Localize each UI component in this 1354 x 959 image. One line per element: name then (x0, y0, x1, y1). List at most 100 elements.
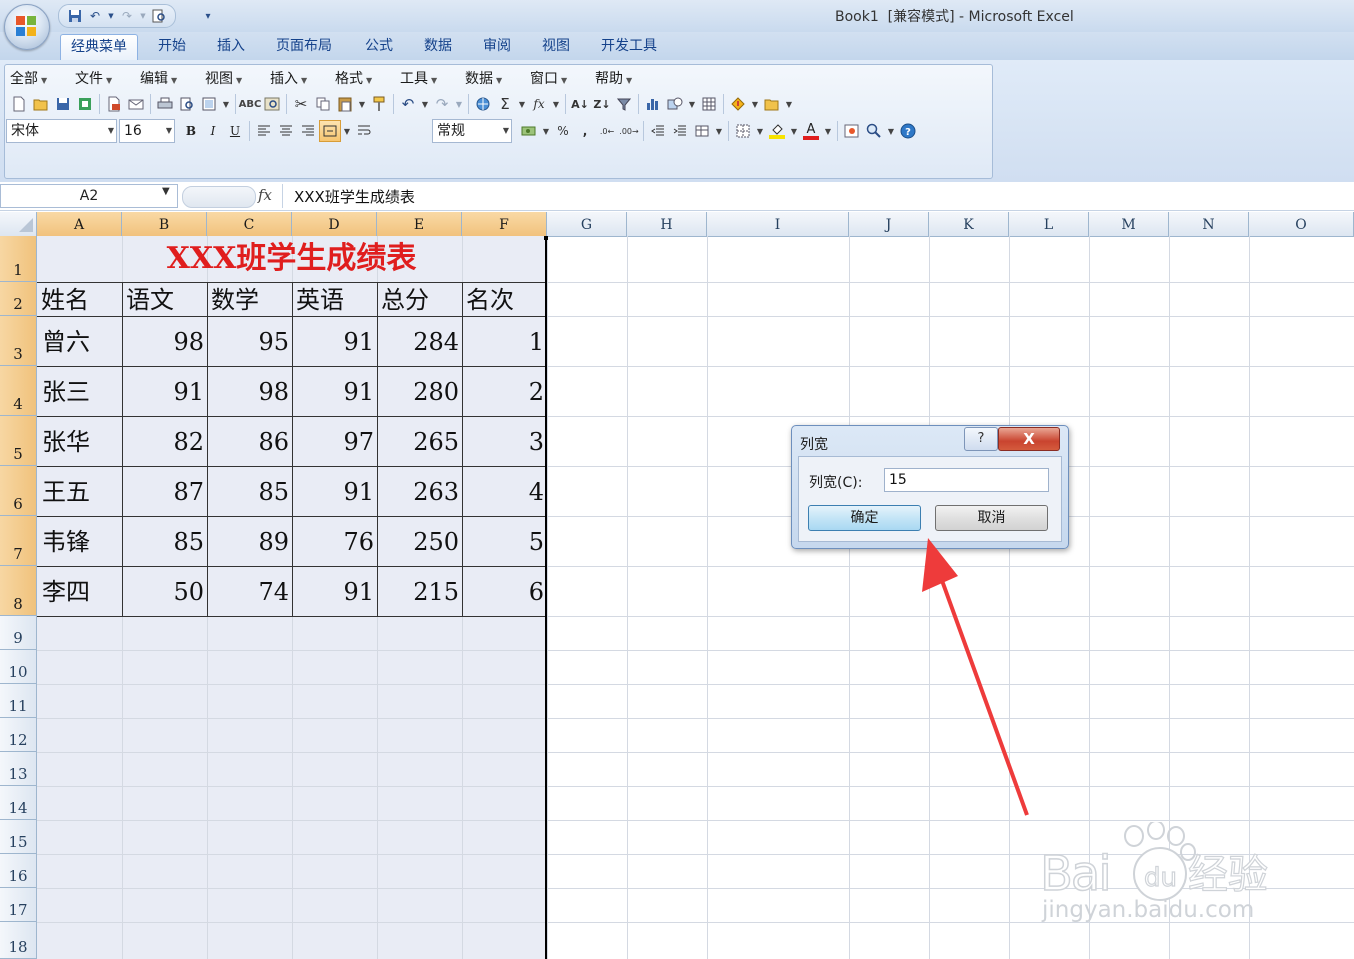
sheet-title-cell[interactable]: XXX班学生成绩表 (37, 236, 546, 282)
column-header-f[interactable]: F (462, 212, 547, 236)
score-cell[interactable]: 280 (377, 366, 462, 416)
row-number: 15 (8, 833, 28, 851)
column-header-d[interactable]: D (292, 212, 377, 236)
row-header-15[interactable]: 15 (0, 820, 37, 854)
header-cell[interactable]: 名次 (466, 282, 547, 316)
office-button[interactable] (4, 4, 50, 50)
name-cell[interactable]: 韦锋 (42, 516, 122, 566)
ok-button[interactable]: 确定 (808, 505, 921, 531)
score-cell[interactable]: 50 (122, 566, 207, 616)
name-cell[interactable]: 李四 (42, 566, 122, 616)
row-number: 18 (8, 938, 28, 956)
dialog-title: 列宽 (800, 437, 828, 453)
score-cell[interactable]: 76 (292, 516, 377, 566)
row-header-8[interactable]: 8 (0, 566, 37, 616)
row-number: 1 (13, 261, 23, 279)
score-cell[interactable]: 1 (462, 316, 547, 366)
row-header-18[interactable]: 18 (0, 922, 37, 959)
svg-text:经验: 经验 (1188, 852, 1268, 898)
score-cell[interactable]: 91 (292, 316, 377, 366)
column-header-a[interactable]: A (37, 212, 122, 236)
row-header-14[interactable]: 14 (0, 786, 37, 820)
dialog-help-button[interactable]: ? (964, 427, 998, 451)
score-cell[interactable]: 265 (377, 416, 462, 466)
column-width-label: 列宽(C): (809, 475, 863, 491)
score-cell[interactable]: 98 (122, 316, 207, 366)
row-header-2[interactable]: 2 (0, 282, 37, 316)
score-cell[interactable]: 4 (462, 466, 547, 516)
column-header-k[interactable]: K (929, 212, 1009, 236)
row-header-5[interactable]: 5 (0, 416, 37, 466)
column-header-g[interactable]: G (547, 212, 627, 236)
column-header-e[interactable]: E (377, 212, 462, 236)
row-header-4[interactable]: 4 (0, 366, 37, 416)
header-cell[interactable]: 姓名 (41, 282, 122, 316)
row-header-10[interactable]: 10 (0, 650, 37, 684)
dialog-close-button[interactable]: X (998, 427, 1060, 451)
column-header-j[interactable]: J (849, 212, 929, 236)
row-number: 9 (13, 629, 23, 647)
score-cell[interactable]: 250 (377, 516, 462, 566)
score-cell[interactable]: 2 (462, 366, 547, 416)
column-header-l[interactable]: L (1009, 212, 1089, 236)
row-number: 11 (8, 697, 28, 715)
row-header-11[interactable]: 11 (0, 684, 37, 718)
column-header-h[interactable]: H (627, 212, 707, 236)
score-cell[interactable]: 89 (207, 516, 292, 566)
score-cell[interactable]: 91 (122, 366, 207, 416)
header-cell[interactable]: 总分 (381, 282, 462, 316)
column-header-i[interactable]: I (707, 212, 849, 236)
score-cell[interactable]: 74 (207, 566, 292, 616)
row-number: 3 (13, 345, 23, 363)
column-width-input[interactable]: 15 (884, 468, 1049, 492)
score-cell[interactable]: 91 (292, 466, 377, 516)
selection-handle[interactable] (544, 236, 548, 240)
office-logo-icon (16, 16, 36, 36)
score-cell[interactable]: 85 (207, 466, 292, 516)
column-header-n[interactable]: N (1169, 212, 1249, 236)
row-header-17[interactable]: 17 (0, 888, 37, 922)
score-cell[interactable]: 85 (122, 516, 207, 566)
annotation-arrow-icon (922, 538, 1029, 816)
score-cell[interactable]: 87 (122, 466, 207, 516)
row-header-7[interactable]: 7 (0, 516, 37, 566)
score-cell[interactable]: 86 (207, 416, 292, 466)
column-header-m[interactable]: M (1089, 212, 1169, 236)
row-header-3[interactable]: 3 (0, 316, 37, 366)
svg-text:du: du (1144, 863, 1177, 893)
score-cell[interactable]: 3 (462, 416, 547, 466)
row-header-1[interactable]: 1 (0, 236, 37, 282)
row-number: 7 (13, 545, 23, 563)
column-header-b[interactable]: B (122, 212, 207, 236)
score-cell[interactable]: 284 (377, 316, 462, 366)
svg-text:Bai: Bai (1040, 846, 1110, 902)
score-cell[interactable]: 6 (462, 566, 547, 616)
score-cell[interactable]: 91 (292, 566, 377, 616)
score-cell[interactable]: 98 (207, 366, 292, 416)
cancel-button[interactable]: 取消 (935, 505, 1048, 531)
header-cell[interactable]: 英语 (296, 282, 377, 316)
header-cell[interactable]: 语文 (126, 282, 207, 316)
name-cell[interactable]: 张三 (42, 366, 122, 416)
row-header-16[interactable]: 16 (0, 854, 37, 888)
name-cell[interactable]: 张华 (42, 416, 122, 466)
header-cell[interactable]: 数学 (211, 282, 292, 316)
row-number: 6 (13, 495, 23, 513)
name-cell[interactable]: 王五 (42, 466, 122, 516)
row-header-9[interactable]: 9 (0, 616, 37, 650)
name-cell[interactable]: 曾六 (42, 316, 122, 366)
row-header-13[interactable]: 13 (0, 752, 37, 786)
row-number: 17 (8, 901, 28, 919)
column-header-c[interactable]: C (207, 212, 292, 236)
score-cell[interactable]: 95 (207, 316, 292, 366)
score-cell[interactable]: 82 (122, 416, 207, 466)
score-cell[interactable]: 5 (462, 516, 547, 566)
score-cell[interactable]: 91 (292, 366, 377, 416)
row-header-12[interactable]: 12 (0, 718, 37, 752)
score-cell[interactable]: 215 (377, 566, 462, 616)
column-header-o[interactable]: O (1249, 212, 1354, 236)
score-cell[interactable]: 263 (377, 466, 462, 516)
score-cell[interactable]: 97 (292, 416, 377, 466)
row-number: 2 (13, 295, 23, 313)
row-header-6[interactable]: 6 (0, 466, 37, 516)
